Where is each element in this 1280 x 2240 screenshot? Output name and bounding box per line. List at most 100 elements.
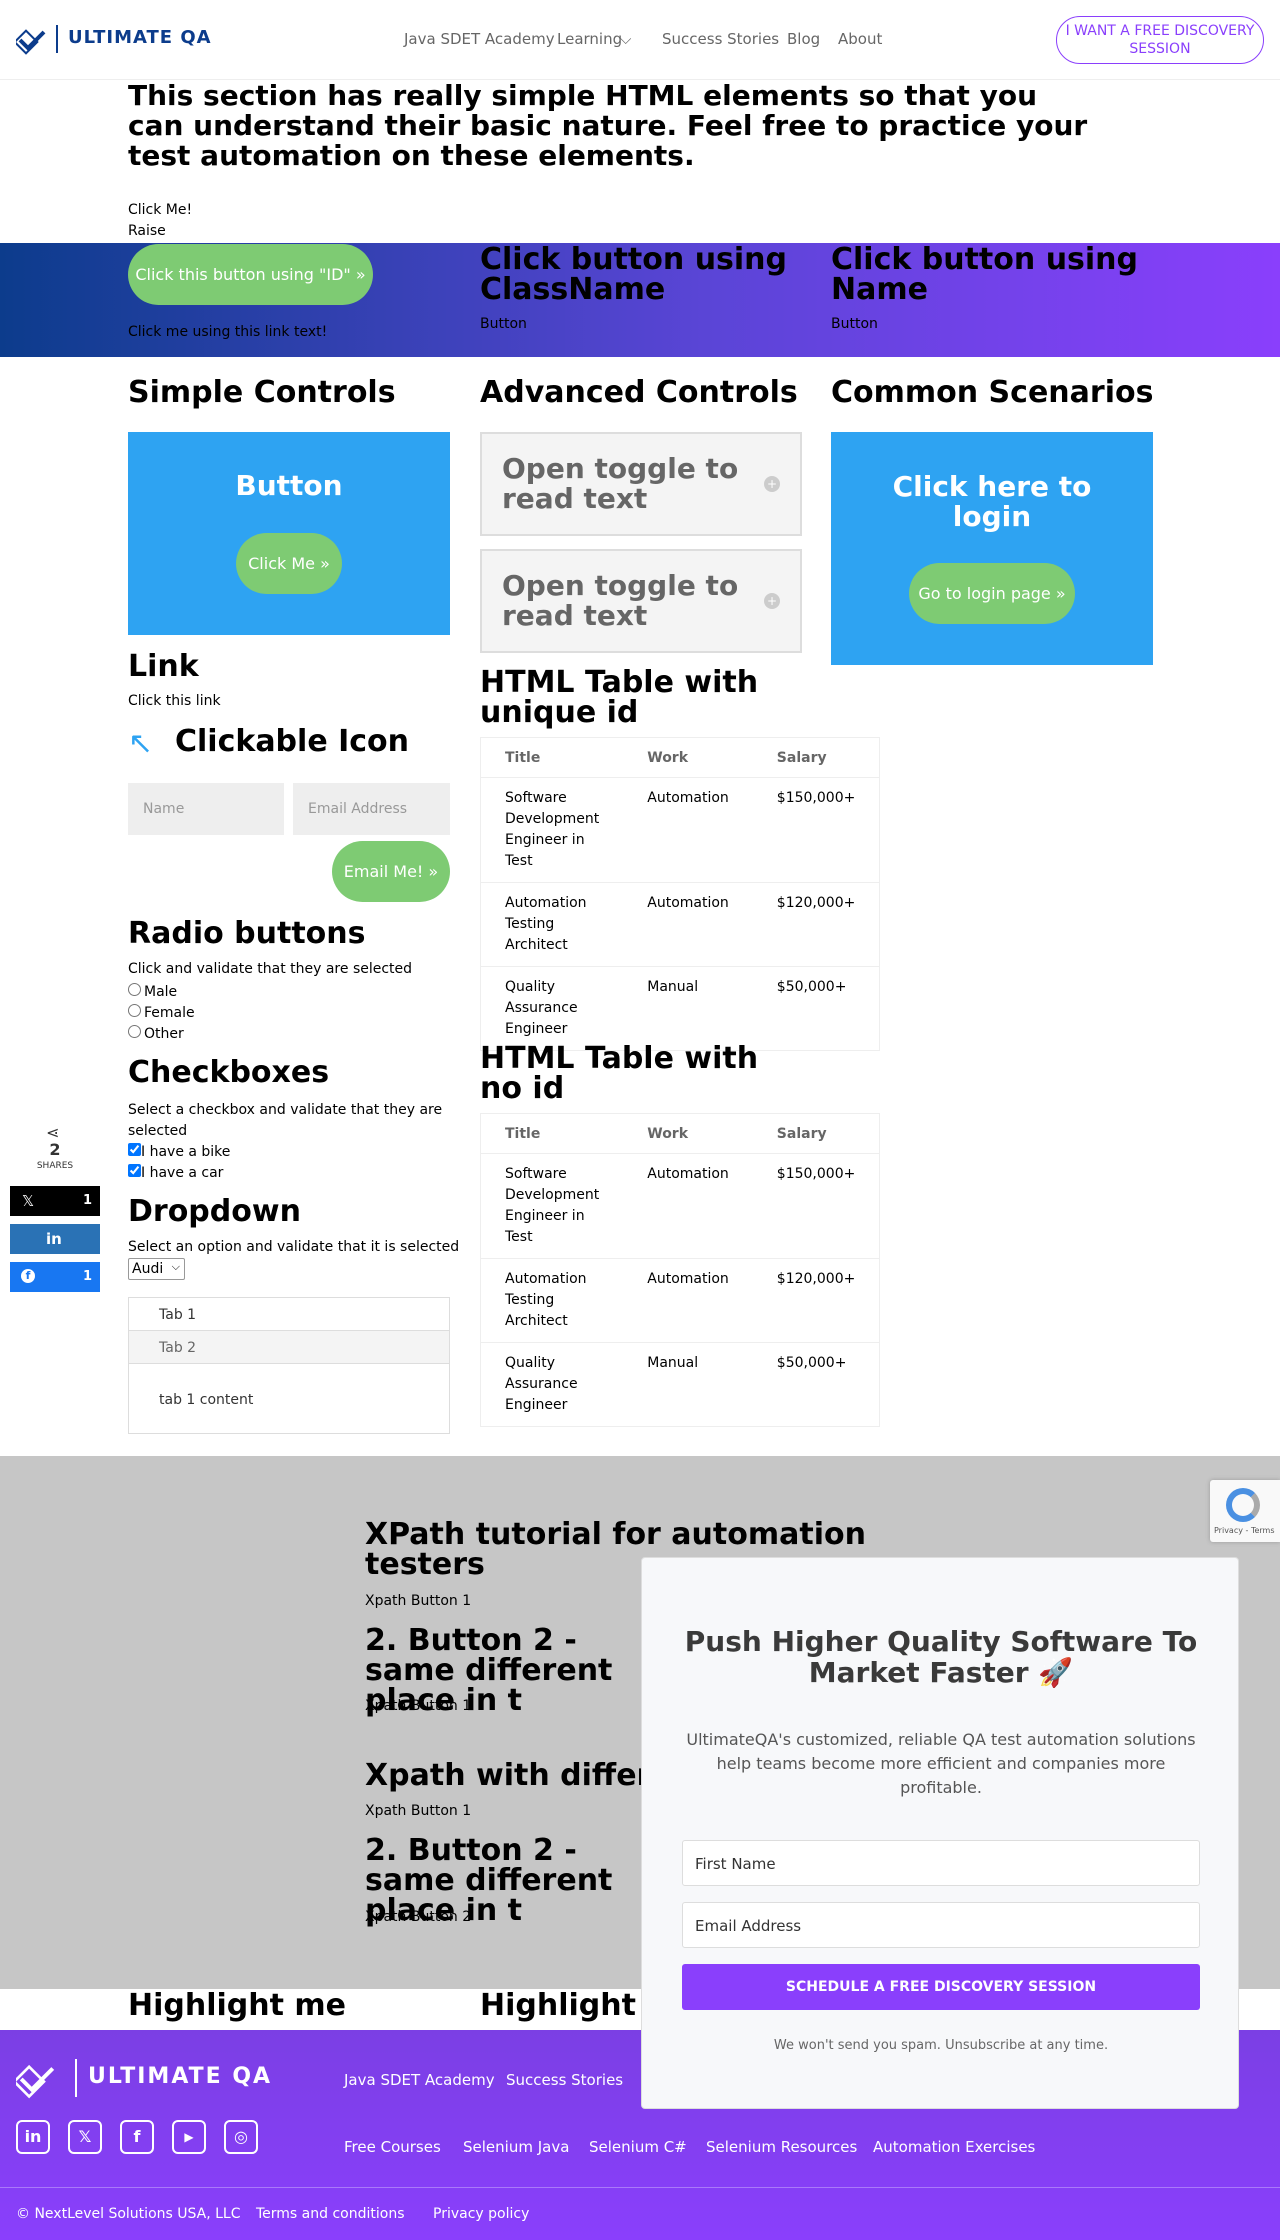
recaptcha-terms[interactable]: Privacy - Terms (1214, 1526, 1275, 1535)
footer-link-java-sdet[interactable]: Java SDET Academy (344, 2071, 495, 2089)
chevron-right-icon: » (320, 554, 330, 573)
id-button-label: Click this button using "ID" (135, 265, 351, 284)
share-facebook-button[interactable]: f 1 (10, 1262, 100, 1292)
nav-blog[interactable]: Blog (787, 30, 820, 48)
arrow-up-left-icon[interactable]: ↖ (128, 726, 153, 761)
facebook-icon: f (21, 1269, 35, 1283)
recaptcha-icon (1226, 1488, 1260, 1522)
checkbox-car[interactable]: I have a car (128, 1163, 230, 1184)
recaptcha-badge[interactable]: Privacy - Terms (1210, 1480, 1280, 1542)
nav-learning[interactable]: Learning (557, 30, 622, 48)
go-to-login-button[interactable]: Go to login page » (909, 563, 1075, 624)
click-this-link[interactable]: Click this link (128, 693, 221, 709)
popup-first-name-input[interactable]: First Name (682, 1840, 1200, 1886)
footer-link-free-courses[interactable]: Free Courses (344, 2138, 441, 2156)
footer-logo-check-icon[interactable] (16, 2058, 58, 2100)
radio-male[interactable]: Male (128, 982, 195, 1003)
go-to-login-label: Go to login page (918, 584, 1051, 603)
checkbox-bike-label: I have a bike (141, 1144, 231, 1160)
intro-heading: This section has really simple HTML elem… (128, 79, 1088, 172)
html-table-unique-id: Title Work Salary Software Development E… (480, 737, 881, 1051)
nav-java-sdet[interactable]: Java SDET Academy (404, 30, 555, 48)
footer-link-success-stories[interactable]: Success Stories (506, 2071, 623, 2089)
car-select-value: Audi (132, 1261, 164, 1277)
link-text-link[interactable]: Click me using this link text! (128, 324, 327, 340)
tab-1[interactable]: Tab 1 (129, 1298, 449, 1331)
footer-linkedin-icon[interactable]: in (16, 2120, 50, 2154)
radio-female[interactable]: Female (128, 1003, 195, 1024)
optin-popup: Push Higher Quality Software To Market F… (641, 1557, 1239, 2109)
logo-check-icon[interactable] (16, 24, 48, 56)
page: ULTIMATE QA Java SDET Academy Learning ⌵… (0, 0, 1280, 2240)
tab-2[interactable]: Tab 2 (129, 1331, 449, 1364)
column-header: Salary (752, 1113, 880, 1154)
table-cell: $150,000+ (752, 1153, 880, 1259)
toggle-2[interactable]: Open toggle to read text + (480, 549, 802, 653)
footer-terms-link[interactable]: Terms and conditions (256, 2206, 405, 2222)
radio-group: Male Female Other (128, 982, 195, 1045)
footer-logo-divider (75, 2059, 77, 2097)
footer-privacy-link[interactable]: Privacy policy (433, 2206, 529, 2222)
footer-link-selenium-java[interactable]: Selenium Java (463, 2138, 569, 2156)
checkbox-heading: Checkboxes (128, 1055, 330, 1090)
footer-facebook-icon[interactable]: f (120, 2120, 154, 2154)
table-cell: $120,000+ (752, 1258, 880, 1343)
email-input[interactable]: Email Address (293, 783, 450, 835)
table-row: Automation Testing Architect Automation $1… (480, 882, 880, 967)
table-cell: Quality Assurance Engineer (480, 1342, 624, 1427)
toggle-2-title: Open toggle to read text (502, 569, 739, 632)
toggle-1[interactable]: Open toggle to read text + (480, 432, 802, 536)
classname-button[interactable]: Button (480, 316, 527, 332)
radio-other[interactable]: Other (128, 1024, 195, 1045)
xpath-heading-3: Xpath with differe (365, 1758, 672, 1793)
footer-link-selenium-csharp[interactable]: Selenium C# (589, 2138, 687, 2156)
table-row: Automation Testing Architect Automation $1… (480, 1258, 880, 1343)
popup-email-input[interactable]: Email Address (682, 1902, 1200, 1948)
toggle-1-title: Open toggle to read text (502, 452, 739, 515)
xpath-button-2[interactable]: Xpath Button 1 (365, 1698, 471, 1714)
table-cell: Quality Assurance Engineer (480, 966, 624, 1051)
column-header: Title (480, 737, 624, 778)
checkbox-car-label: I have a car (141, 1165, 224, 1181)
discovery-session-button[interactable]: I WANT A FREE DISCOVERY SESSION (1056, 16, 1264, 64)
footer-link-selenium-resources[interactable]: Selenium Resources (706, 2138, 857, 2156)
popup-title: Push Higher Quality Software To Market F… (684, 1625, 1198, 1689)
chevron-right-icon: » (1055, 584, 1066, 603)
chevron-down-icon[interactable]: ⌵ (620, 30, 631, 48)
email-me-button[interactable]: Email Me! » (332, 841, 450, 902)
name-button[interactable]: Button (831, 316, 878, 332)
share-count: 2 (49, 1140, 61, 1159)
raise-label[interactable]: Raise (128, 223, 166, 239)
car-select[interactable]: Audi ⌵ (128, 1258, 185, 1280)
xpath-button-3[interactable]: Xpath Button 1 (365, 1803, 471, 1819)
xpath-button-1[interactable]: Xpath Button 1 (365, 1593, 471, 1609)
footer-link-automation-exercises[interactable]: Automation Exercises (873, 2138, 1035, 2156)
footer-x-icon[interactable]: 𝕏 (68, 2120, 102, 2154)
share-x-button[interactable]: 𝕏 1 (10, 1186, 100, 1216)
footer-youtube-icon[interactable]: ▶ (172, 2120, 206, 2154)
checkbox-bike[interactable]: I have a bike (128, 1142, 230, 1163)
site-header: ULTIMATE QA Java SDET Academy Learning ⌵… (0, 0, 1280, 80)
share-linkedin-button[interactable]: in (10, 1224, 100, 1254)
nav-about[interactable]: About (838, 30, 882, 48)
footer-instagram-icon[interactable]: ◎ (224, 2120, 258, 2154)
plus-icon: + (764, 476, 780, 492)
highlight-heading-left: Highlight me (128, 1988, 347, 2023)
popup-schedule-button[interactable]: SCHEDULE A FREE DISCOVERY SESSION (682, 1964, 1200, 2010)
plus-icon: + (764, 593, 780, 609)
nav-success-stories[interactable]: Success Stories (662, 30, 779, 48)
xpath-button-4[interactable]: Xpath Button 2 (365, 1909, 471, 1925)
footer-logo-text[interactable]: ULTIMATE QA (88, 2064, 272, 2089)
click-me-label[interactable]: Click Me! (128, 202, 192, 218)
name-input[interactable]: Name (128, 783, 284, 835)
table-cell: Automation Testing Architect (480, 882, 624, 967)
table-cell: Software Development Engineer in Test (480, 777, 624, 883)
radio-description: Click and validate that they are selecte… (128, 961, 413, 977)
id-button[interactable]: Click this button using "ID" » (128, 244, 373, 305)
logo-text[interactable]: ULTIMATE QA (68, 27, 212, 48)
table2-heading: HTML Table with no id (480, 1041, 759, 1106)
tab-content: tab 1 content (159, 1392, 254, 1408)
column-header: Work (623, 1113, 753, 1154)
click-me-button[interactable]: Click Me » (236, 533, 342, 594)
column-header: Title (480, 1113, 624, 1154)
